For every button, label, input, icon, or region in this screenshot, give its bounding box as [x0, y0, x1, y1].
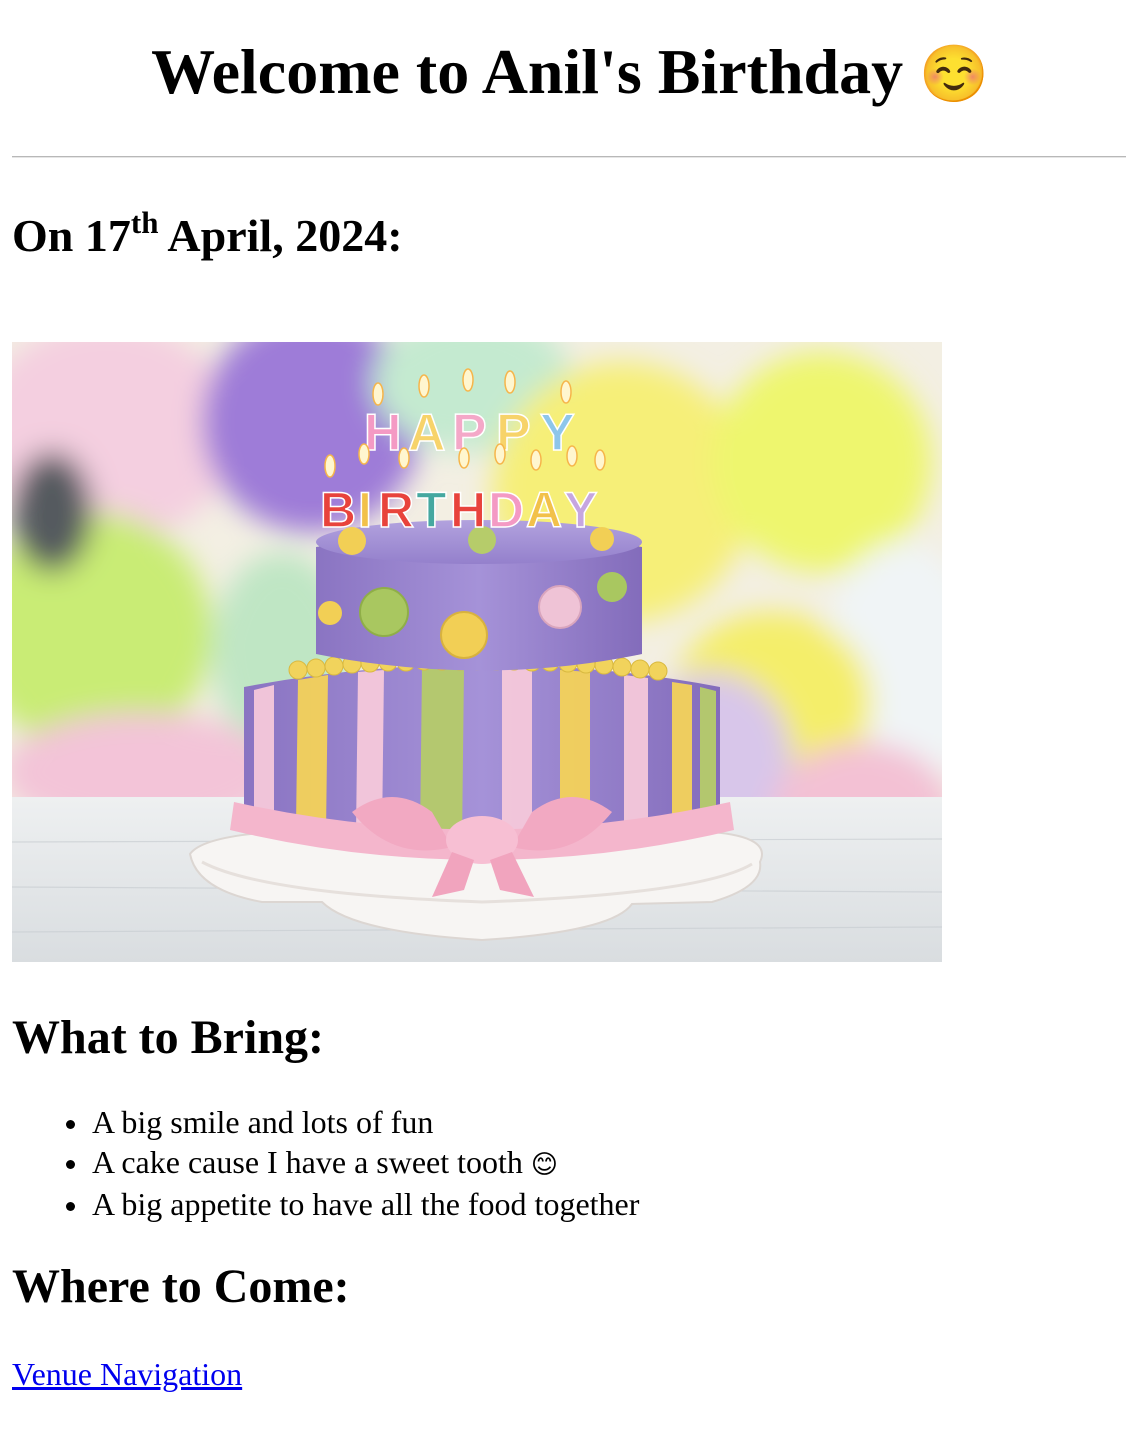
- list-item-text: A cake cause I have a sweet tooth: [92, 1143, 531, 1180]
- where-to-come-heading: Where to Come:: [12, 1260, 350, 1313]
- candle-letter: H: [450, 482, 486, 538]
- date-rest: April, 2024:: [158, 210, 403, 261]
- candle-letter: I: [358, 482, 372, 538]
- birthday-page: Welcome to Anil's Birthday ☺️ On 17th Ap…: [0, 0, 1144, 1438]
- list-item: A big appetite to have all the food toge…: [12, 1185, 639, 1225]
- horizontal-divider: [12, 156, 1126, 158]
- bullet-icon: [66, 1202, 75, 1211]
- candle-letter: P: [452, 404, 487, 462]
- candle-letter: T: [416, 482, 447, 538]
- smiling-face-icon: 😊: [530, 1149, 559, 1180]
- date-prefix: On 17: [12, 210, 131, 261]
- list-item-text: A big appetite to have all the food toge…: [92, 1186, 640, 1222]
- venue-navigation-link[interactable]: Venue Navigation: [12, 1353, 242, 1395]
- candle-letter: D: [488, 482, 524, 538]
- list-item: A cake cause I have a sweet tooth 😊: [12, 1143, 639, 1186]
- bullet-icon: [66, 1120, 75, 1129]
- list-item-text: A big smile and lots of fun: [92, 1104, 434, 1140]
- date-ordinal-suffix: th: [130, 204, 159, 240]
- smiling-face-icon: ☺️: [919, 42, 989, 107]
- candle-letter: A: [526, 482, 562, 538]
- birthday-cake-illustration: H A P P Y B I R T H D A Y: [12, 342, 942, 962]
- candle-letter: R: [378, 482, 414, 538]
- candle-letter: Y: [564, 482, 597, 538]
- list-item: A big smile and lots of fun: [12, 1103, 639, 1143]
- candle-letter: A: [408, 404, 446, 462]
- bring-list: A big smile and lots of fun A cake cause…: [12, 1103, 639, 1225]
- candle-letter: B: [320, 482, 356, 538]
- page-title: Welcome to Anil's Birthday ☺️: [12, 22, 1128, 125]
- bullet-icon: [66, 1159, 75, 1169]
- page-title-text: Welcome to Anil's Birthday: [151, 36, 904, 107]
- what-to-bring-heading: What to Bring:: [12, 1011, 324, 1064]
- event-date-heading: On 17th April, 2024:: [12, 203, 403, 269]
- birthday-cake-image: H A P P Y B I R T H D A Y: [12, 342, 942, 962]
